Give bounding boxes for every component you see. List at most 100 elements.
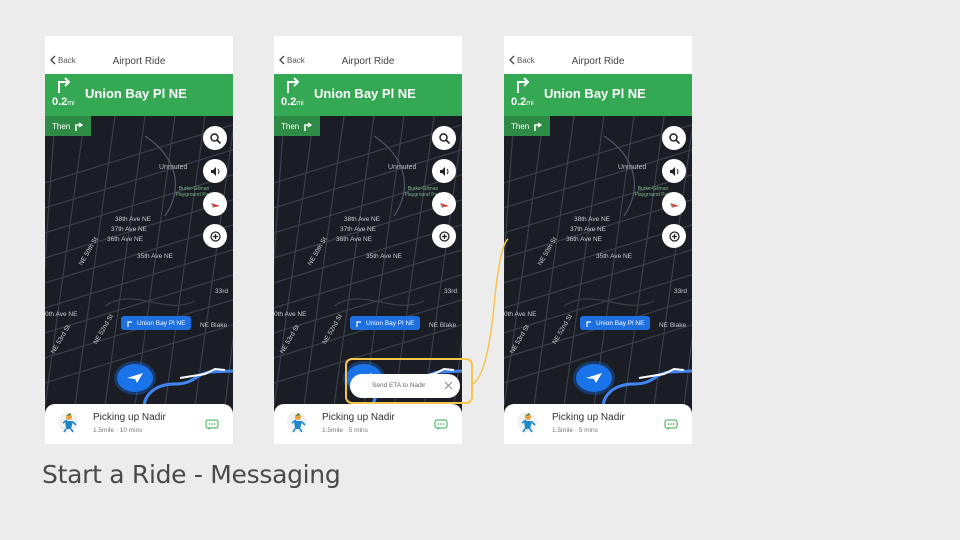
report-icon: [668, 230, 680, 242]
sound-button[interactable]: [662, 159, 686, 183]
unmuted-label: Unmuted: [388, 164, 417, 171]
turn-right-icon: [517, 77, 530, 93]
street-label: 36th Ave NE: [336, 236, 373, 243]
phone-screen-3: Back Airport Ride 0.2mi Union Bay Pl NE …: [504, 36, 692, 444]
report-button[interactable]: [432, 224, 456, 248]
report-icon: [209, 230, 221, 242]
avatar: [58, 412, 78, 433]
report-button[interactable]: [203, 224, 227, 248]
location-puck-icon: [586, 373, 602, 383]
trip-details: 1.5mile · 5 mins: [552, 427, 598, 434]
turn-right-icon: [75, 121, 84, 131]
compass-button[interactable]: [432, 192, 456, 216]
then-label: Then: [281, 121, 300, 131]
trip-details: 1.5mile · 10 mins: [93, 427, 143, 434]
distance: 0.2mi: [281, 96, 304, 108]
speaker-icon: [210, 166, 219, 176]
street-label: 36th Ave NE: [107, 236, 144, 243]
compass-icon: [210, 202, 220, 208]
avatar: [287, 412, 307, 433]
page-title: Airport Ride: [571, 56, 625, 67]
search-button[interactable]: [203, 126, 227, 150]
compass-icon: [439, 202, 449, 208]
street-label: NE Blake: [200, 322, 228, 329]
street-label: 35th Ave NE: [596, 253, 633, 260]
then-indicator: Then: [504, 116, 550, 136]
annotation-connector: [472, 238, 509, 385]
route-label-text: Union Bay Pl NE: [137, 319, 186, 327]
turn-right-icon: [586, 320, 591, 327]
then-label: Then: [511, 121, 530, 131]
search-button[interactable]: [662, 126, 686, 150]
street-label: 38th Ave NE: [344, 216, 381, 223]
report-button[interactable]: [662, 224, 686, 248]
street-label: 36th Ave NE: [566, 236, 603, 243]
route-label: Union Bay Pl NE: [121, 316, 192, 330]
turn-right-icon: [304, 121, 313, 131]
street-label: 38th Ave NE: [115, 216, 152, 223]
search-button[interactable]: [432, 126, 456, 150]
location-puck: [117, 364, 153, 392]
route-label-text: Union Bay Pl NE: [596, 319, 645, 327]
distance: 0.2mi: [52, 96, 75, 108]
then-indicator: Then: [274, 116, 320, 136]
unmuted-label: Unmuted: [618, 164, 647, 171]
street-label: 35th Ave NE: [137, 253, 174, 260]
turn-right-icon: [127, 320, 132, 327]
top-bar: Back Airport Ride: [274, 36, 462, 74]
report-icon: [438, 230, 450, 242]
street-label: 35th Ave NE: [366, 253, 403, 260]
sound-button[interactable]: [432, 159, 456, 183]
speaker-icon: [669, 166, 678, 176]
location-puck-icon: [127, 373, 143, 383]
avatar: [517, 412, 537, 433]
street-label: 33rd: [215, 288, 229, 295]
page-title: Airport Ride: [112, 56, 166, 67]
then-label: Then: [52, 121, 71, 131]
street-label: 0th Ave NE: [274, 311, 307, 318]
compass-button[interactable]: [662, 192, 686, 216]
rider-card[interactable]: Picking up Nadir 1.5mile · 5 mins: [504, 404, 692, 444]
sound-button[interactable]: [203, 159, 227, 183]
top-bar: Back Airport Ride: [504, 36, 692, 74]
next-street: Union Bay Pl NE: [544, 86, 646, 101]
street-label: 37th Ave NE: [111, 226, 148, 233]
map-streets: [504, 115, 692, 413]
pickup-status: Picking up Nadir: [552, 412, 625, 423]
street-label: 37th Ave NE: [570, 226, 607, 233]
then-indicator: Then: [45, 116, 91, 136]
slide-caption: Start a Ride - Messaging: [42, 460, 341, 489]
trip-details: 1.5mile · 5 mins: [322, 427, 368, 434]
unmuted-label: Unmuted: [159, 164, 188, 171]
turn-right-icon: [534, 121, 543, 131]
street-label: 38th Ave NE: [574, 216, 611, 223]
map-view[interactable]: [45, 115, 233, 413]
street-label: NE Blake: [659, 322, 687, 329]
street-label: NE Blake: [429, 322, 457, 329]
compass-button[interactable]: [203, 192, 227, 216]
street-label: 0th Ave NE: [45, 311, 78, 318]
chat-icon[interactable]: [434, 419, 448, 431]
map-view[interactable]: [504, 115, 692, 413]
next-street: Union Bay Pl NE: [85, 86, 187, 101]
turn-right-icon: [58, 77, 71, 93]
route-label-text: Union Bay Pl NE: [366, 319, 415, 327]
street-label: 33rd: [674, 288, 688, 295]
route-label: Union Bay Pl NE: [580, 316, 651, 330]
phone-screen-1: Back Airport Ride 0.2mi Union Bay Pl NE …: [45, 36, 233, 444]
pickup-status: Picking up Nadir: [93, 412, 166, 423]
chat-icon[interactable]: [205, 419, 219, 431]
next-street: Union Bay Pl NE: [314, 86, 416, 101]
top-bar: Back Airport Ride: [45, 36, 233, 74]
search-icon: [209, 132, 221, 144]
compass-icon: [669, 202, 679, 208]
distance: 0.2mi: [511, 96, 534, 108]
chat-icon[interactable]: [664, 419, 678, 431]
rider-card[interactable]: Picking up Nadir 1.5mile · 5 mins: [274, 404, 462, 444]
location-puck: [576, 364, 612, 392]
rider-card[interactable]: Picking up Nadir 1.5mile · 10 mins: [45, 404, 233, 444]
map-streets: [45, 115, 233, 413]
navigation-banner: 0.2mi Union Bay Pl NE: [504, 74, 692, 116]
page-title: Airport Ride: [341, 56, 395, 67]
annotation-highlight: [345, 358, 473, 404]
